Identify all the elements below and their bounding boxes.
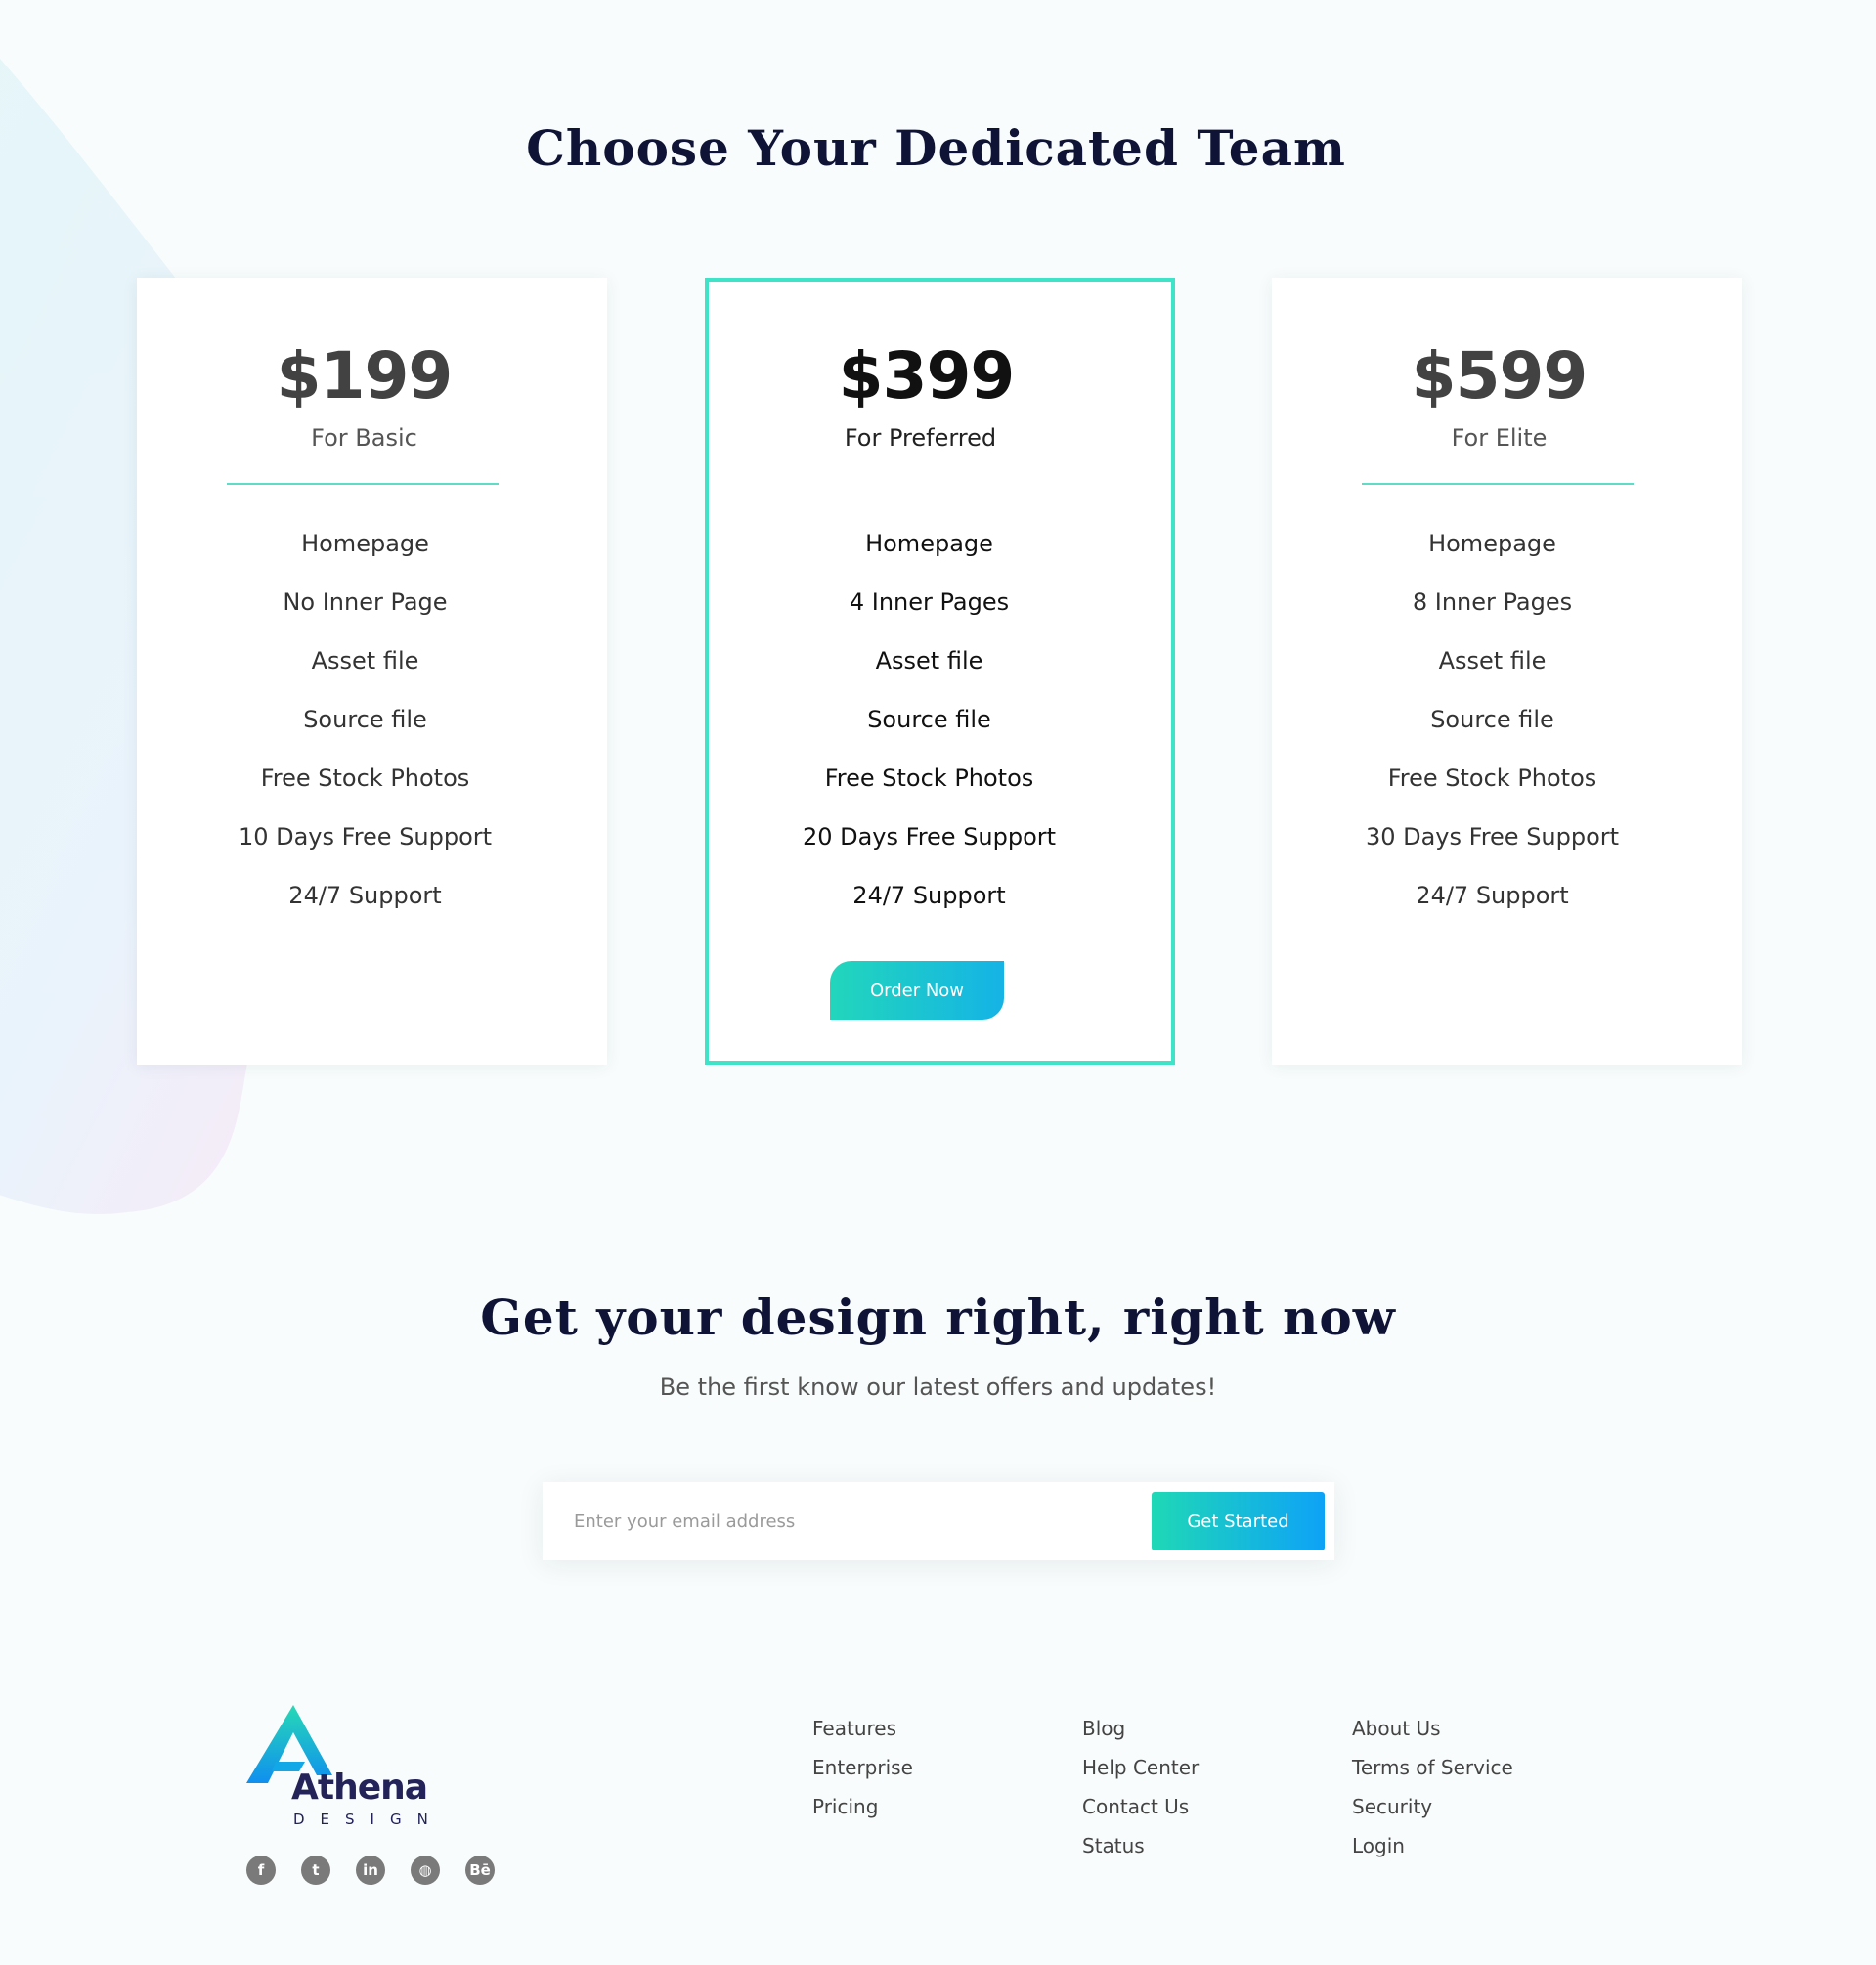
plan-price: $199 bbox=[276, 338, 454, 414]
newsletter-title: Get your design right, right now bbox=[480, 1288, 1396, 1346]
footer-link-blog[interactable]: Blog bbox=[1082, 1717, 1125, 1740]
plan-feature: Source file bbox=[303, 706, 427, 733]
plan-feature: Asset file bbox=[1438, 647, 1547, 675]
athena-logo[interactable]: Athena DESIGN bbox=[246, 1705, 428, 1832]
footer-link-features[interactable]: Features bbox=[812, 1717, 896, 1740]
plan-feature: Homepage bbox=[301, 530, 429, 557]
plan-feature: 24/7 Support bbox=[1416, 882, 1569, 909]
linkedin-icon[interactable]: in bbox=[356, 1856, 385, 1885]
email-input[interactable] bbox=[543, 1482, 1149, 1560]
facebook-icon[interactable]: f bbox=[246, 1856, 276, 1885]
page: Choose Your Dedicated Team $199 For Basi… bbox=[0, 0, 1876, 1965]
plan-feature: 4 Inner Pages bbox=[849, 589, 1010, 616]
logo-tagline: DESIGN bbox=[293, 1811, 444, 1828]
pricing-title: Choose Your Dedicated Team bbox=[526, 119, 1346, 177]
plan-price: $599 bbox=[1411, 338, 1589, 414]
plan-features: Homepage 4 Inner Pages Asset file Source… bbox=[709, 514, 1171, 925]
plan-features: Homepage No Inner Page Asset file Source… bbox=[137, 514, 607, 925]
footer-link-status[interactable]: Status bbox=[1082, 1834, 1145, 1857]
plan-feature: No Inner Page bbox=[283, 589, 448, 616]
footer-link-contact-us[interactable]: Contact Us bbox=[1082, 1795, 1189, 1818]
twitter-icon[interactable]: t bbox=[301, 1856, 330, 1885]
footer-link-pricing[interactable]: Pricing bbox=[812, 1795, 878, 1818]
get-started-button[interactable]: Get Started bbox=[1152, 1492, 1325, 1550]
footer-link-login[interactable]: Login bbox=[1352, 1834, 1405, 1857]
pricing-card-basic: $199 For Basic Homepage No Inner Page As… bbox=[137, 278, 607, 1065]
dribbble-icon[interactable]: ◍ bbox=[411, 1856, 440, 1885]
footer-link-help-center[interactable]: Help Center bbox=[1082, 1756, 1199, 1779]
plan-feature: 10 Days Free Support bbox=[238, 823, 493, 851]
plan-feature: Free Stock Photos bbox=[824, 764, 1034, 792]
plan-feature: Source file bbox=[867, 706, 991, 733]
plan-feature: 24/7 Support bbox=[852, 882, 1006, 909]
footer-column-product: Features Enterprise Pricing bbox=[812, 1713, 913, 1830]
plan-feature: 20 Days Free Support bbox=[802, 823, 1057, 851]
social-links: f t in ◍ Bē bbox=[246, 1856, 495, 1885]
plan-feature: Asset file bbox=[875, 647, 983, 675]
footer-link-enterprise[interactable]: Enterprise bbox=[812, 1756, 913, 1779]
plan-name: For Elite bbox=[1451, 424, 1548, 452]
behance-icon[interactable]: Bē bbox=[465, 1856, 495, 1885]
plan-feature: Free Stock Photos bbox=[1387, 764, 1597, 792]
plan-price: $399 bbox=[838, 338, 1016, 414]
plan-feature: Asset file bbox=[311, 647, 419, 675]
footer-column-company: About Us Terms of Service Security Login bbox=[1352, 1713, 1513, 1869]
plan-feature: Homepage bbox=[1428, 530, 1556, 557]
pricing-card-preferred: $399 For Preferred Homepage 4 Inner Page… bbox=[705, 278, 1175, 1065]
plan-feature: Free Stock Photos bbox=[260, 764, 470, 792]
newsletter-subtitle: Be the first know our latest offers and … bbox=[659, 1374, 1217, 1401]
footer-link-about-us[interactable]: About Us bbox=[1352, 1717, 1441, 1740]
plan-name: For Basic bbox=[311, 424, 417, 452]
plan-feature: 30 Days Free Support bbox=[1365, 823, 1620, 851]
footer-link-terms[interactable]: Terms of Service bbox=[1352, 1756, 1513, 1779]
footer-column-resources: Blog Help Center Contact Us Status bbox=[1082, 1713, 1199, 1869]
footer-link-security[interactable]: Security bbox=[1352, 1795, 1432, 1818]
order-now-button[interactable]: Order Now bbox=[830, 961, 1004, 1020]
logo-name: Athena bbox=[291, 1768, 428, 1808]
plan-divider bbox=[227, 483, 499, 485]
plan-feature: 24/7 Support bbox=[288, 882, 442, 909]
subscribe-form: Get Started bbox=[543, 1482, 1334, 1560]
plan-features: Homepage 8 Inner Pages Asset file Source… bbox=[1272, 514, 1742, 925]
plan-feature: Homepage bbox=[865, 530, 993, 557]
plan-divider bbox=[1362, 483, 1634, 485]
plan-name: For Preferred bbox=[844, 424, 997, 452]
pricing-card-elite: $599 For Elite Homepage 8 Inner Pages As… bbox=[1272, 278, 1742, 1065]
plan-feature: 8 Inner Pages bbox=[1412, 589, 1573, 616]
plan-feature: Source file bbox=[1430, 706, 1554, 733]
